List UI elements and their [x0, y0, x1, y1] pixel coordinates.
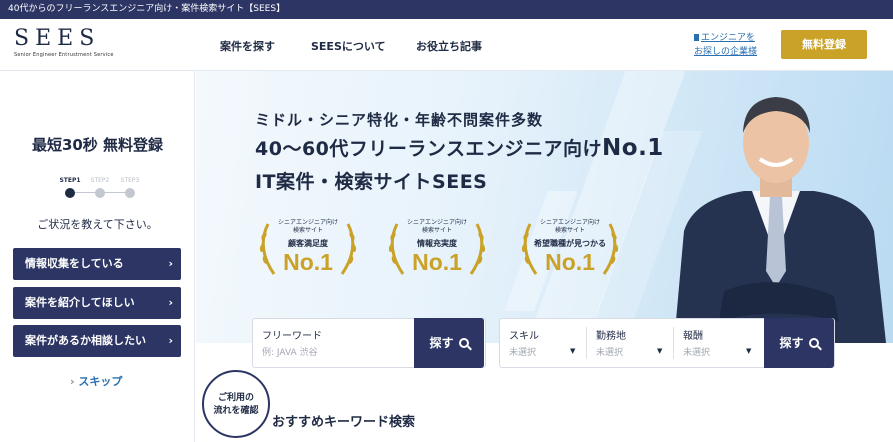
step-dot [125, 188, 135, 198]
flow-badge-line1: ご利用の [217, 393, 254, 403]
document-icon [694, 34, 699, 41]
award-badge-satisfaction: シニアエンジニア向け 検索サイト 顧客満足度 No.1 [252, 216, 364, 280]
award-badge-job-match: シニアエンジニア向け 検索サイト 希望職種が見つかる No.1 [514, 216, 626, 280]
award-caption: シニアエンジニア向け [277, 219, 338, 226]
search-icon [808, 338, 819, 348]
salary-select[interactable]: 報酬 未選択 ▼ [674, 319, 762, 367]
select-label: 報酬 [683, 331, 703, 342]
award-caption: 検索サイト [554, 227, 585, 234]
option-label: 情報収集をしている [25, 257, 124, 270]
option-gathering-info-button[interactable]: 情報収集をしている › [13, 248, 181, 280]
skip-label: スキップ [78, 375, 123, 388]
caret-down-icon: ▼ [746, 347, 752, 355]
select-value: 未選択 [596, 348, 624, 358]
award-label: 希望職種が見つかる [534, 239, 606, 248]
option-introduce-jobs-button[interactable]: 案件を紹介してほしい › [13, 287, 181, 319]
hero-title-line2: IT案件・検索サイトSEES [255, 171, 488, 193]
hero-subtitle: ミドル・シニア特化・年齢不問案件多数 [255, 111, 544, 129]
select-label: スキル [509, 331, 539, 342]
award-rank: No.1 [545, 249, 595, 275]
logo-text: SEES [14, 26, 101, 51]
award-caption: シニアエンジニア向け [539, 219, 600, 226]
search-icon [458, 338, 469, 348]
step-dot [95, 188, 105, 198]
search-button-label: 探す [779, 336, 804, 350]
hero-title-line1: 40〜60代フリーランスエンジニア向けNo.1 [255, 135, 664, 161]
award-rank: No.1 [412, 249, 462, 275]
corporate-link[interactable]: エンジニアを お探しの企業様 [694, 31, 757, 59]
nav-find-jobs[interactable]: 案件を探す [220, 38, 275, 54]
caret-down-icon: ▼ [657, 347, 663, 355]
keyword-section-title: おすすめキーワード検索 [272, 415, 416, 430]
step-1: STEP1 [55, 177, 85, 198]
site-header: SEES Senior Engineer Entrustment Service… [0, 19, 893, 71]
select-value: 未選択 [683, 348, 711, 358]
option-label: 案件を紹介してほしい [25, 296, 135, 309]
chevron-right-icon: › [70, 375, 75, 388]
select-value: 未選択 [509, 348, 537, 358]
sidebar-title: 最短30秒 無料登録 [31, 136, 164, 154]
filter-search-button[interactable]: 探す [764, 318, 834, 368]
option-label: 案件があるか相談したい [25, 334, 146, 347]
hero-no1: No.1 [602, 135, 664, 161]
award-caption: 検索サイト [421, 227, 452, 234]
option-consult-button[interactable]: 案件があるか相談したい › [13, 325, 181, 357]
step-3: STEP3 [115, 177, 145, 198]
top-announcement-bar: 40代からのフリーランスエンジニア向け・案件検索サイト【SEES】 [0, 0, 893, 19]
award-badge-info: シニアエンジニア向け 検索サイト 情報充実度 No.1 [381, 216, 493, 280]
award-rank: No.1 [283, 249, 333, 275]
select-label: 勤務地 [596, 331, 626, 342]
chevron-right-icon: › [168, 296, 173, 309]
sidebar-prompt: ご状況を教えて下さい。 [37, 218, 158, 231]
step-indicator: STEP1 STEP2 STEP3 [55, 177, 145, 207]
chevron-right-icon: › [168, 334, 173, 347]
corporate-link-line1: エンジニアを [701, 33, 756, 43]
hero-banner: ミドル・シニア特化・年齢不問案件多数 40〜60代フリーランスエンジニア向けNo… [196, 71, 893, 343]
award-caption: 検索サイト [292, 227, 323, 234]
top-announcement-text: 40代からのフリーランスエンジニア向け・案件検索サイト【SEES】 [8, 4, 286, 14]
skill-select[interactable]: スキル 未選択 ▼ [500, 319, 586, 367]
businessman-photo [674, 97, 886, 343]
skip-link[interactable]: › スキップ [70, 373, 122, 389]
registration-sidebar: 最短30秒 無料登録 STEP1 STEP2 STEP3 ご状況を教えて下さい。… [0, 71, 195, 442]
corporate-link-line2: お探しの企業様 [694, 47, 758, 57]
step-dot [65, 188, 75, 198]
award-label: 顧客満足度 [288, 239, 328, 248]
free-word-search-button[interactable]: 探す [414, 318, 484, 368]
free-word-label: フリーワード [262, 331, 322, 342]
nav-articles[interactable]: お役立ち記事 [416, 38, 482, 54]
flow-badge-line2: 流れを確認 [213, 406, 259, 416]
location-select[interactable]: 勤務地 未選択 ▼ [587, 319, 673, 367]
search-button-label: 探す [429, 336, 454, 350]
free-word-input[interactable]: 例: JAVA 渋谷 [262, 345, 318, 358]
nav-about-sees[interactable]: SEESについて [311, 38, 386, 54]
site-logo[interactable]: SEES Senior Engineer Entrustment Service [14, 26, 114, 59]
logo-subtitle: Senior Engineer Entrustment Service [14, 52, 114, 58]
free-register-button[interactable]: 無料登録 [781, 30, 867, 59]
usage-flow-badge[interactable]: ご利用の 流れを確認 [202, 370, 270, 438]
step-2: STEP2 [85, 177, 115, 198]
award-label: 情報充実度 [417, 239, 457, 248]
award-caption: シニアエンジニア向け [406, 219, 467, 226]
caret-down-icon: ▼ [570, 347, 576, 355]
chevron-right-icon: › [168, 257, 173, 270]
